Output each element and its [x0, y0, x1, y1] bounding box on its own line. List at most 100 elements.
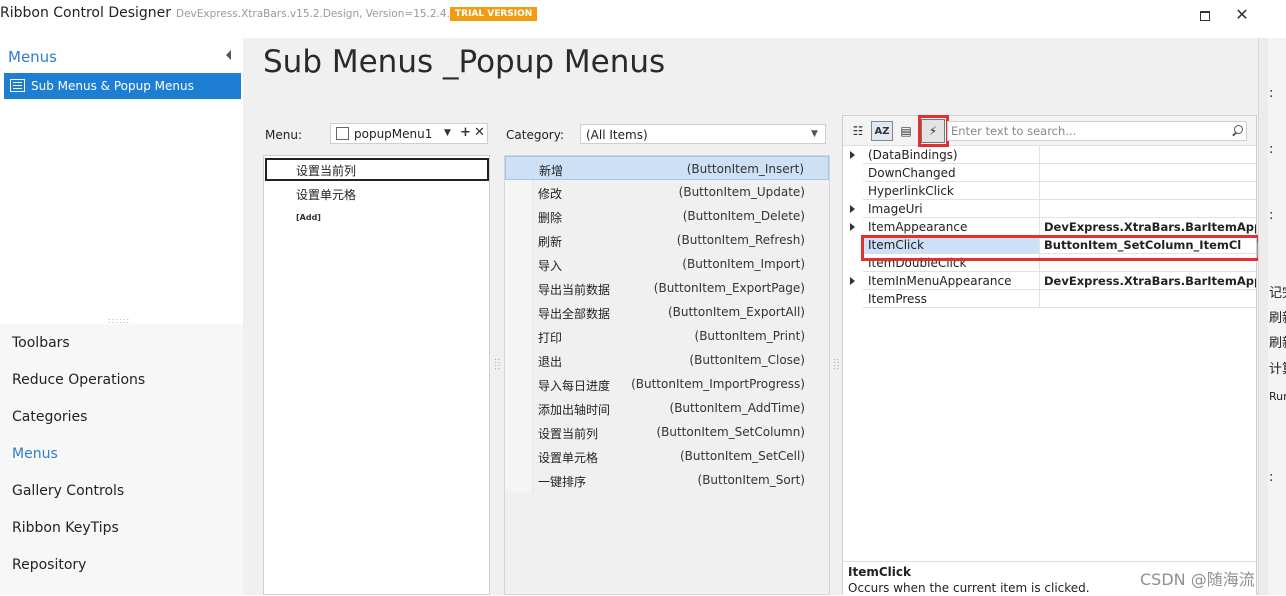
item-id: (ButtonItem_Close) [689, 353, 805, 367]
property-value[interactable]: DevExpress.XtraBars.BarItemAppea [1041, 272, 1256, 290]
item-name: 设置单元格 [538, 451, 599, 465]
list-item[interactable]: 设置当前列 (ButtonItem_SetColumn) [505, 420, 829, 444]
menu-item[interactable]: 设置单元格 [296, 186, 356, 203]
menu-label: Menu: [265, 128, 302, 142]
nav-splitter[interactable]: :::::: [108, 316, 130, 325]
properties-icon[interactable]: ▤ [895, 121, 917, 141]
table-row[interactable]: HyperlinkClick [843, 182, 1256, 200]
collapse-arrow-icon[interactable] [226, 50, 234, 60]
category-items-list: 新增 (ButtonItem_Insert) 修改 (ButtonItem_Upda… [504, 155, 830, 595]
property-grid: ☷ AZ ▤ ⚡ (DataBindings) DownChanged [842, 115, 1272, 596]
edge-fragment: : [1269, 470, 1274, 485]
list-item[interactable]: 新增 (ButtonItem_Insert) [505, 156, 829, 180]
column-splitter[interactable]: :::: [831, 358, 841, 370]
item-name: 设置当前列 [538, 427, 599, 441]
alphabetical-icon[interactable]: AZ [871, 121, 893, 141]
row-gutter [843, 200, 863, 218]
version-text: DevExpress.XtraBars.v15.2.Design, Versio… [176, 8, 457, 20]
list-item[interactable]: 一键排序 (ButtonItem_Sort) [505, 468, 829, 492]
item-name: 删除 [538, 211, 563, 225]
search-input[interactable] [951, 123, 1221, 139]
item-name: 刷新 [538, 235, 563, 249]
property-name: ItemAppearance [863, 218, 1040, 236]
vertical-scrollbar[interactable] [1258, 38, 1268, 595]
row-gutter [843, 236, 863, 254]
categorized-icon[interactable]: ☷ [847, 121, 869, 141]
edge-fragment: 记完 [1269, 286, 1286, 301]
events-highlight-box [918, 115, 949, 147]
item-id: (ButtonItem_Sort) [697, 473, 805, 487]
left-nav: Menus Sub Menus & Popup Menus :::::: Too… [0, 38, 243, 595]
expand-arrow-icon[interactable] [850, 277, 855, 285]
nav-group-categories[interactable]: Categories [12, 409, 87, 425]
table-row[interactable]: (DataBindings) [843, 146, 1256, 164]
search-box[interactable] [947, 121, 1247, 141]
list-item[interactable]: 导出全部数据 (ButtonItem_ExportAll) [505, 300, 829, 324]
edge-fragment: 计算 [1269, 362, 1286, 377]
maximize-icon[interactable] [1196, 6, 1214, 24]
item-name: 一键排序 [538, 475, 587, 489]
item-name: 添加出轴时间 [538, 403, 611, 417]
expand-arrow-icon[interactable] [850, 223, 855, 231]
property-name: HyperlinkClick [863, 182, 1040, 200]
nav-group-repository[interactable]: Repository [12, 557, 86, 573]
item-id: (ButtonItem_ExportPage) [653, 281, 805, 295]
table-row[interactable]: DownChanged [843, 164, 1256, 182]
close-icon[interactable]: ✕ [1232, 5, 1252, 25]
window-title: Ribbon Control Designer [0, 5, 172, 21]
column-splitter[interactable]: :::: [492, 358, 502, 370]
list-item[interactable]: 添加出轴时间 (ButtonItem_AddTime) [505, 396, 829, 420]
nav-item-label: Sub Menus & Popup Menus [31, 79, 194, 93]
property-name: ImageUri [863, 200, 1040, 218]
menu-item[interactable]: 设置当前列 [296, 162, 356, 179]
list-item[interactable]: 退出 (ButtonItem_Close) [505, 348, 829, 372]
list-item[interactable]: 导入每日进度 (ButtonItem_ImportProgress) [505, 372, 829, 396]
nav-group-ribbon-keytips[interactable]: Ribbon KeyTips [12, 520, 119, 536]
dropdown-arrow-icon[interactable]: ▼ [811, 129, 818, 139]
property-rows: (DataBindings) DownChanged HyperlinkClic… [843, 146, 1256, 308]
property-value[interactable] [1041, 200, 1256, 218]
table-row[interactable]: ItemInMenuAppearance DevExpress.XtraBars… [843, 272, 1256, 290]
item-name: 打印 [538, 331, 563, 345]
list-item[interactable]: 导出当前数据 (ButtonItem_ExportPage) [505, 276, 829, 300]
expand-arrow-icon[interactable] [850, 151, 855, 159]
list-item[interactable]: 打印 (ButtonItem_Print) [505, 324, 829, 348]
menu-select[interactable]: popupMenu1 ▼ + ✕ [330, 123, 488, 144]
property-value[interactable] [1041, 290, 1256, 308]
nav-group-toolbars[interactable]: Toolbars [12, 335, 70, 351]
row-gutter [843, 254, 863, 272]
item-id: (ButtonItem_ImportProgress) [631, 377, 805, 391]
property-toolbar: ☷ AZ ▤ ⚡ [843, 115, 1256, 147]
nav-group-reduce-operations[interactable]: Reduce Operations [12, 372, 145, 388]
category-select[interactable]: (All Items) ▼ [580, 124, 826, 144]
expand-arrow-icon[interactable] [850, 205, 855, 213]
nav-item-sub-menus[interactable]: Sub Menus & Popup Menus [4, 73, 241, 99]
list-item[interactable]: 设置单元格 (ButtonItem_SetCell) [505, 444, 829, 468]
row-gutter [843, 146, 863, 164]
nav-group-gallery-controls[interactable]: Gallery Controls [12, 483, 124, 499]
category-select-value: (All Items) [586, 128, 648, 142]
list-item[interactable]: 刷新 (ButtonItem_Refresh) [505, 228, 829, 252]
property-value[interactable] [1041, 164, 1256, 182]
add-icon[interactable]: + [460, 125, 471, 140]
edge-fragment: Run [1269, 390, 1286, 403]
list-item[interactable]: 删除 (ButtonItem_Delete) [505, 204, 829, 228]
property-value[interactable]: DevExpress.XtraBars.BarItemAppea [1041, 218, 1256, 236]
table-row[interactable]: ImageUri [843, 200, 1256, 218]
table-row[interactable]: ItemAppearance DevExpress.XtraBars.BarIt… [843, 218, 1256, 236]
property-name: (DataBindings) [863, 146, 1040, 164]
item-id: (ButtonItem_Import) [682, 257, 805, 271]
list-item[interactable]: 导入 (ButtonItem_Import) [505, 252, 829, 276]
add-menu-item-link[interactable]: [Add] [296, 213, 321, 222]
edge-fragment: : [1269, 208, 1274, 223]
item-id: (ButtonItem_Update) [678, 185, 805, 199]
table-row[interactable]: ItemPress [843, 290, 1256, 308]
property-value[interactable] [1041, 182, 1256, 200]
list-item[interactable]: 修改 (ButtonItem_Update) [505, 180, 829, 204]
item-name: 导出全部数据 [538, 307, 611, 321]
dropdown-arrow-icon[interactable]: ▼ [444, 128, 451, 138]
search-icon[interactable] [1230, 124, 1244, 138]
property-value[interactable] [1041, 146, 1256, 164]
remove-icon[interactable]: ✕ [474, 125, 485, 140]
nav-group-menus[interactable]: Menus [12, 446, 58, 462]
